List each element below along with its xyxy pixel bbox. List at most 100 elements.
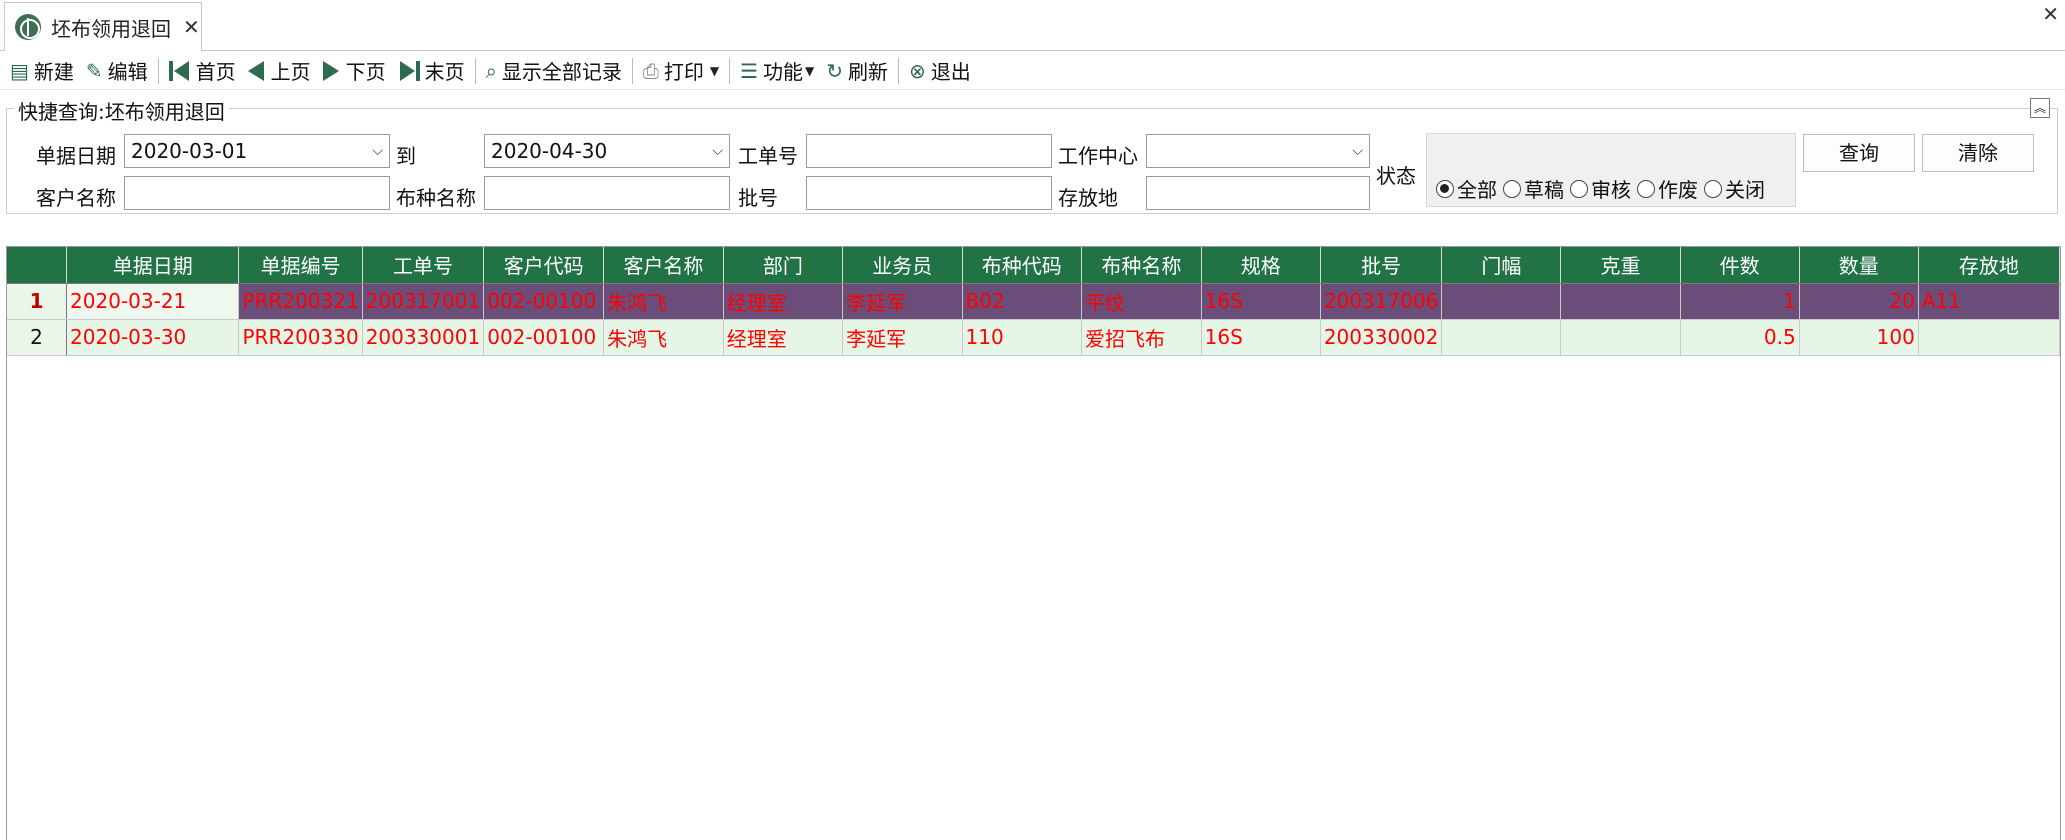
search-document-icon: ⌕ [485,58,497,83]
column-header[interactable]: 布种名称 [1081,247,1202,284]
column-header[interactable]: 单据编号 [238,247,363,284]
table-cell[interactable]: 2020-03-21 [66,283,240,320]
work-order-field[interactable] [806,134,1052,168]
table-cell[interactable]: 002-00100 [483,283,605,320]
show-all-records-button[interactable]: ⌕ 显示全部记录 [482,54,626,88]
column-header[interactable]: 客户代码 [483,247,605,284]
table-cell[interactable] [1560,319,1681,356]
table-cell[interactable]: PRR200330 [238,319,363,356]
table-cell[interactable]: 200330001 [362,319,485,356]
clear-button[interactable]: 清除 [1922,134,2034,172]
list-icon: ☰ [740,58,759,83]
prev-page-button[interactable]: 上页 [244,54,315,88]
table-cell[interactable]: 110 [962,319,1083,356]
table-cell[interactable] [1441,319,1562,356]
table-cell[interactable]: 经理室 [723,283,844,320]
column-header[interactable]: 布种代码 [962,247,1083,284]
customer-field[interactable] [124,176,390,210]
column-header[interactable]: 规格 [1201,247,1321,284]
chevron-down-icon: ▼ [709,63,720,78]
table-cell[interactable]: 200317006 [1320,283,1443,320]
row-number[interactable]: 2 [7,319,68,356]
table-cell[interactable] [1918,319,2060,356]
table-cell[interactable]: 0.5 [1680,319,1800,356]
exit-button[interactable]: ⊗ 退出 [905,54,975,88]
status-option-label: 关闭 [1725,178,1765,202]
table-cell[interactable]: 100 [1799,319,1919,356]
refresh-button[interactable]: ↻ 刷新 [822,54,892,88]
date-from-value: 2020-03-01 [131,139,248,163]
batch-field[interactable] [806,176,1052,210]
print-button[interactable]: ⎙ 打印 ▼ [639,54,723,88]
next-page-button[interactable]: 下页 [319,54,390,88]
date-from-field[interactable]: 2020-03-01 ⌵ [124,134,390,168]
function-label: 功能 [763,60,804,84]
status-radio-all[interactable]: 全部 [1436,174,1497,203]
table-cell[interactable]: PRR200321 [238,283,363,320]
table-cell[interactable]: B02 [962,283,1083,320]
table-cell[interactable] [1560,283,1681,320]
exit-label: 退出 [930,60,971,84]
next-page-icon [322,60,339,81]
column-header[interactable]: 部门 [723,247,844,284]
radio-checked-icon [1436,179,1454,198]
table-cell[interactable]: 20 [1799,283,1919,320]
first-page-button[interactable]: 首页 [165,54,240,88]
table-cell[interactable]: 200317001 [362,283,485,320]
column-header[interactable]: 数量 [1799,247,1919,284]
column-header[interactable]: 门幅 [1441,247,1562,284]
column-header[interactable]: 工单号 [362,247,485,284]
table-cell[interactable]: 16S [1201,319,1321,356]
row-number[interactable]: 1 [7,283,68,320]
column-header[interactable]: 业务员 [842,247,963,284]
function-menu-button[interactable]: ☰ 功能 ▼ [736,54,818,88]
print-label: 打印 [663,60,704,84]
table-cell[interactable]: 平纹 [1081,283,1202,320]
date-to-field[interactable]: 2020-04-30 ⌵ [484,134,730,168]
column-header[interactable]: 件数 [1680,247,1800,284]
column-header[interactable]: 存放地 [1918,247,2060,284]
edit-icon: ✎ [85,58,103,83]
table-cell[interactable]: 16S [1201,283,1321,320]
search-button[interactable]: 查询 [1803,134,1915,172]
column-header[interactable]: 克重 [1560,247,1681,284]
table-cell[interactable]: 经理室 [723,319,844,356]
table-cell[interactable]: 200330002 [1320,319,1443,356]
collapse-panel-icon[interactable]: ︽ [2030,98,2050,118]
column-header[interactable]: 单据日期 [66,247,240,284]
table-row[interactable]: 2 2020-03-30 PRR200330 200330001 002-001… [7,319,2060,356]
edit-button[interactable]: ✎ 编辑 [82,54,152,88]
table-row[interactable]: 1 2020-03-21 PRR200321 200317001 002-001… [7,283,2060,320]
table-cell[interactable]: 李延军 [842,283,963,320]
table-cell[interactable]: 2020-03-30 [66,319,240,356]
tab-fabric-return[interactable]: 坯布领用退回 ✕ [4,2,202,51]
tab-close-icon[interactable]: ✕ [183,15,200,39]
table-cell[interactable]: 朱鸿飞 [603,283,724,320]
table-cell[interactable]: 002-00100 [483,319,605,356]
status-radio-void[interactable]: 作废 [1637,174,1698,203]
status-radio-approved[interactable]: 审核 [1570,174,1631,203]
table-cell[interactable] [1441,283,1562,320]
close-circle-icon: ⊗ [909,58,926,83]
fabric-field[interactable] [484,176,730,210]
first-page-label: 首页 [195,60,236,84]
prev-page-label: 上页 [270,60,311,84]
work-center-field[interactable]: ⌵ [1146,134,1370,168]
radio-unchecked-icon [1570,179,1588,198]
storage-field[interactable] [1146,176,1370,210]
window-close-icon[interactable]: ✕ [2042,2,2059,26]
records-table: 单据日期 单据编号 工单号 客户代码 客户名称 部门 业务员 布种代码 布种名称… [7,247,2060,356]
table-cell[interactable]: A11 [1918,283,2060,320]
status-radio-draft[interactable]: 草稿 [1503,174,1564,203]
fabric-label: 布种名称 [396,186,476,210]
table-cell[interactable]: 李延军 [842,319,963,356]
column-header[interactable]: 批号 [1320,247,1443,284]
status-radio-closed[interactable]: 关闭 [1704,174,1765,203]
table-cell[interactable]: 爱招飞布 [1081,319,1202,356]
table-cell[interactable]: 朱鸿飞 [603,319,724,356]
last-page-button[interactable]: 末页 [394,54,469,88]
new-button[interactable]: ▤ 新建 [6,54,78,88]
table-cell[interactable]: 1 [1680,283,1800,320]
status-label: 状态 [1376,164,1416,188]
column-header[interactable]: 客户名称 [603,247,724,284]
